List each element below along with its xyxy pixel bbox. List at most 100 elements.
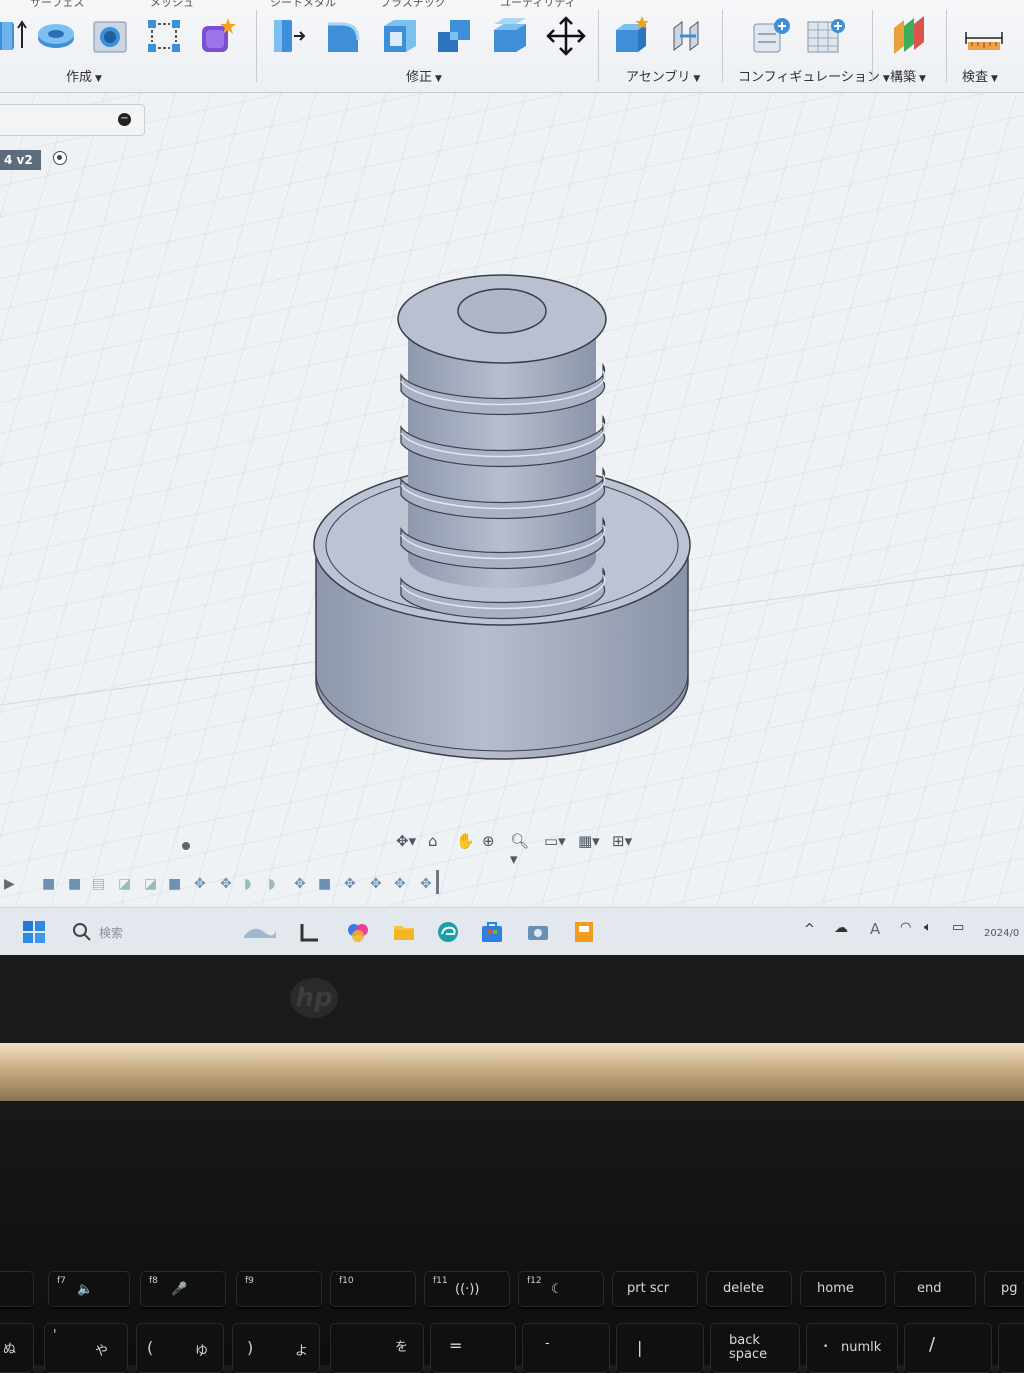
- key-pg[interactable]: pg: [984, 1271, 1024, 1307]
- wifi-icon[interactable]: ◠: [900, 920, 911, 935]
- configure-rules-icon[interactable]: [806, 16, 846, 56]
- store-icon[interactable]: [480, 920, 504, 944]
- timeline-feature[interactable]: ■: [42, 876, 55, 892]
- file-manager-icon[interactable]: [298, 920, 322, 944]
- active-document-radio[interactable]: [53, 151, 67, 165]
- timeline-feature[interactable]: ◪: [144, 876, 157, 892]
- explorer-icon[interactable]: [392, 920, 416, 944]
- timeline-feature[interactable]: ✥: [294, 876, 306, 892]
- key-f11[interactable]: f11 ((·)): [424, 1271, 510, 1307]
- timeline-feature[interactable]: ◪: [118, 876, 131, 892]
- group-inspect[interactable]: 検査 ▼: [962, 66, 998, 85]
- camera-icon[interactable]: [526, 920, 550, 944]
- form-icon[interactable]: [198, 16, 238, 56]
- orbit-icon[interactable]: ✥▾: [396, 832, 416, 850]
- shell-icon[interactable]: [380, 16, 420, 56]
- play-icon[interactable]: ▶: [4, 876, 15, 892]
- timeline-feature[interactable]: ◗: [268, 876, 275, 892]
- key-home[interactable]: home: [800, 1271, 886, 1307]
- key-prt-scr[interactable]: prt scr: [612, 1271, 698, 1307]
- 3d-viewport[interactable]: [0, 93, 1024, 905]
- fusion-icon[interactable]: [572, 920, 596, 944]
- timeline-feature[interactable]: ✥: [394, 876, 406, 892]
- key-yu[interactable]: (ゆ: [136, 1323, 224, 1373]
- key-end[interactable]: end: [894, 1271, 976, 1307]
- battery-icon[interactable]: ▭: [952, 920, 964, 935]
- group-assemble[interactable]: アセンブリ ▼: [626, 66, 700, 85]
- key-pipe[interactable]: |: [616, 1323, 704, 1373]
- offset-face-icon[interactable]: [490, 16, 530, 56]
- key-minus[interactable]: -: [522, 1323, 610, 1373]
- ime-icon[interactable]: A: [870, 920, 880, 938]
- extrude-icon[interactable]: [0, 16, 32, 56]
- key-ya[interactable]: ' や: [44, 1323, 128, 1373]
- thread-top[interactable]: [397, 274, 607, 364]
- new-component-icon[interactable]: [612, 16, 652, 56]
- group-construct[interactable]: 構築 ▼: [890, 66, 926, 85]
- clock[interactable]: 2024/0: [984, 928, 1019, 939]
- key-slash[interactable]: /: [904, 1323, 992, 1373]
- timeline-feature[interactable]: ✥: [194, 876, 206, 892]
- timeline-feature[interactable]: ▤: [92, 876, 105, 892]
- timeline-feature[interactable]: ■: [68, 876, 81, 892]
- tab-utilities[interactable]: ユーティリティ: [500, 0, 576, 10]
- measure-icon[interactable]: [964, 16, 1004, 56]
- key-f6[interactable]: [0, 1271, 34, 1307]
- grid-icon[interactable]: ▦▾: [578, 832, 600, 850]
- revolve-icon[interactable]: [36, 16, 76, 56]
- joint-icon[interactable]: [668, 16, 708, 56]
- key-backspace[interactable]: back space: [710, 1323, 800, 1373]
- look-at-icon[interactable]: ⌂: [428, 832, 438, 850]
- key-yo[interactable]: ) よ: [232, 1323, 320, 1373]
- move-icon[interactable]: [546, 16, 586, 56]
- key-f8[interactable]: f8 🎤: [140, 1271, 226, 1307]
- display-settings-icon[interactable]: ▭▾: [544, 832, 566, 850]
- key-delete[interactable]: delete: [706, 1271, 792, 1307]
- start-icon[interactable]: [22, 920, 46, 944]
- key-f12[interactable]: f12 ☾: [518, 1271, 604, 1307]
- tab-plastic[interactable]: プラスチック: [380, 0, 446, 10]
- timeline-marker[interactable]: [436, 870, 439, 894]
- timeline-feature[interactable]: ■: [168, 876, 181, 892]
- timeline-feature[interactable]: ✥: [370, 876, 382, 892]
- zoom-window-icon[interactable]: ⊕: [482, 832, 495, 850]
- key-numlk[interactable]: • numlk: [806, 1323, 898, 1373]
- pattern-icon[interactable]: [144, 16, 184, 56]
- pan-icon[interactable]: ✋: [456, 832, 475, 850]
- group-modify[interactable]: 修正 ▼: [406, 66, 442, 85]
- press-pull-icon[interactable]: [268, 16, 308, 56]
- viewports-icon[interactable]: ⊞▾: [612, 832, 632, 850]
- key-f9[interactable]: f9: [236, 1271, 322, 1307]
- timeline-feature[interactable]: ✥: [420, 876, 432, 892]
- hole-icon[interactable]: [90, 16, 130, 56]
- cloud-icon[interactable]: ☁: [834, 920, 848, 936]
- timeline-feature[interactable]: ✥: [220, 876, 232, 892]
- key-f7[interactable]: f7 🔈: [48, 1271, 130, 1307]
- browser-panel[interactable]: −: [0, 104, 145, 136]
- tab-surface[interactable]: サーフェス: [30, 0, 84, 10]
- plane-icon[interactable]: [890, 16, 930, 56]
- group-create[interactable]: 作成 ▼: [66, 66, 102, 85]
- fit-icon[interactable]: 🔍︎▾: [510, 832, 529, 868]
- copilot-icon[interactable]: [346, 920, 370, 944]
- key-nu[interactable]: ぬ: [0, 1323, 34, 1373]
- key-f10[interactable]: f10: [330, 1271, 416, 1307]
- widgets-icon[interactable]: [242, 920, 278, 944]
- volume-icon[interactable]: 🔈︎: [924, 920, 932, 935]
- edge-icon[interactable]: [436, 920, 460, 944]
- group-configure[interactable]: コンフィギュレーション ▼: [738, 66, 890, 85]
- fillet-icon[interactable]: [324, 16, 364, 56]
- search-icon[interactable]: [70, 920, 94, 944]
- combine-icon[interactable]: [434, 16, 474, 56]
- chevron-up-icon[interactable]: ^: [804, 922, 815, 937]
- collapse-button[interactable]: −: [118, 113, 131, 126]
- tab-sheet-metal[interactable]: シートメタル: [270, 0, 336, 10]
- timeline-feature[interactable]: ✥: [344, 876, 356, 892]
- tab-mesh[interactable]: メッシュ: [150, 0, 194, 10]
- timeline-feature[interactable]: ■: [318, 876, 331, 892]
- timeline-feature[interactable]: ◗: [244, 876, 251, 892]
- key-equals[interactable]: =: [430, 1323, 516, 1373]
- search-placeholder[interactable]: 検索: [99, 924, 123, 941]
- key-wo[interactable]: を: [330, 1323, 424, 1373]
- configure-table-icon[interactable]: [752, 16, 792, 56]
